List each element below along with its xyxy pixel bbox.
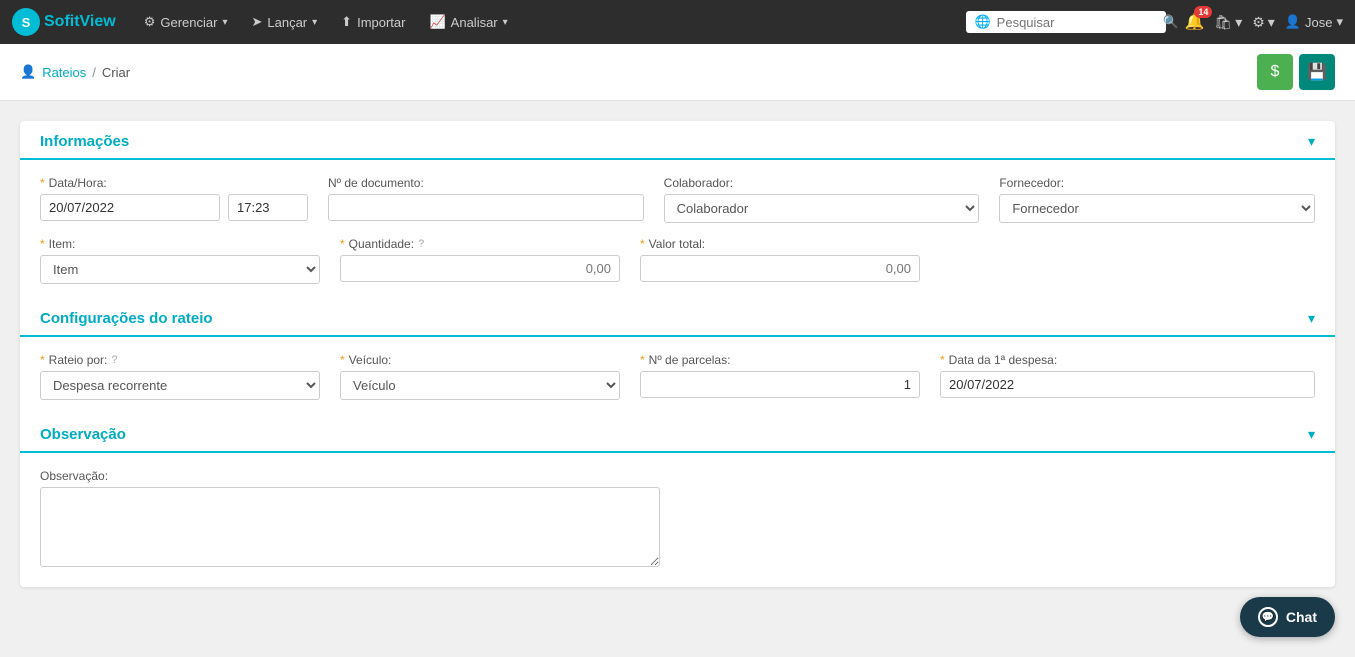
breadcrumb-link[interactable]: Rateios [42,65,86,80]
observacao-group: Observação: [40,469,660,567]
data-primeira-group: * Data da 1ª despesa: [940,353,1315,398]
nr-documento-input[interactable] [328,194,644,221]
dollar-button[interactable]: $ [1257,54,1293,90]
settings-button[interactable]: ⚙ ▾ [1252,14,1275,31]
breadcrumb: 👤 Rateios / Criar [20,64,130,80]
help-icon[interactable]: ? [418,238,424,250]
valor-total-group: * Valor total: [640,237,920,282]
data-hora-inputs [40,194,308,221]
user-menu[interactable]: 👤 Jose ▾ [1285,14,1343,30]
data-primeira-label: * Data da 1ª despesa: [940,353,1315,367]
item-select[interactable]: Item [40,255,320,284]
brand-name: SofitView [44,13,116,31]
informacoes-toggle[interactable]: ▾ [1308,133,1315,150]
configuracoes-form: * Rateio por: ? Despesa recorrente * Veí… [20,337,1335,400]
fornecedor-select[interactable]: Fornecedor [999,194,1315,223]
nr-parcelas-label: * Nº de parcelas: [640,353,920,367]
chevron-down-icon: ▾ [312,17,317,28]
informacoes-row2: * Item: Item * Quantidade: ? [40,237,1315,284]
rateio-por-label: * Rateio por: ? [40,353,320,367]
quantidade-input[interactable] [340,255,620,282]
search-icon[interactable]: 🔍 [1163,14,1179,30]
informacoes-title: Informações [40,133,129,150]
veiculo-select[interactable]: Veículo [340,371,620,400]
configuracoes-title: Configurações do rateio [40,310,213,327]
chat-button[interactable]: 💬 Chat [1240,597,1335,637]
save-button[interactable]: 💾 [1299,54,1335,90]
valor-total-input[interactable] [640,255,920,282]
data-hora-label: * Data/Hora: [40,176,308,190]
import-icon: ⬆ [341,14,352,30]
nav-analisar[interactable]: 📈 Analisar ▾ [419,8,517,36]
chat-label: Chat [1286,609,1317,625]
observacao-label: Observação: [40,469,660,483]
search-bar: 🌐 🔍 [966,11,1166,33]
chevron-down-icon: ▾ [1336,14,1343,30]
form-card: Informações ▾ * Data/Hora: [20,121,1335,587]
informacoes-row1: * Data/Hora: Nº de documento: [40,176,1315,223]
rateio-por-group: * Rateio por: ? Despesa recorrente [40,353,320,400]
gear-icon: ⚙ [144,14,156,30]
quantidade-label: * Quantidade: ? [340,237,620,251]
informacoes-section-header: Informações ▾ [20,121,1335,160]
data-input[interactable] [40,194,220,221]
brand-icon: S [12,8,40,36]
toolbar-actions: $ 💾 [1257,54,1335,90]
hora-input[interactable] [228,194,308,221]
observacao-toggle[interactable]: ▾ [1308,426,1315,443]
chevron-down-icon: ▾ [222,17,227,28]
rateio-por-select[interactable]: Despesa recorrente [40,371,320,400]
colaborador-group: Colaborador: Colaborador [664,176,980,223]
configuracoes-row1: * Rateio por: ? Despesa recorrente * Veí… [40,353,1315,400]
chevron-down-icon: ▾ [1268,14,1275,31]
item-group: * Item: Item [40,237,320,284]
fornecedor-label: Fornecedor: [999,176,1315,190]
configuracoes-toggle[interactable]: ▾ [1308,310,1315,327]
nr-documento-label: Nº de documento: [328,176,644,190]
nav-menu: ⚙ Gerenciar ▾ ➤ Lançar ▾ ⬆ Importar 📈 An… [134,8,959,36]
observacao-form: Observação: [20,453,1335,567]
veiculo-group: * Veículo: Veículo [340,353,620,400]
quantidade-group: * Quantidade: ? [340,237,620,282]
globe-icon: 🌐 [974,14,990,30]
chat-bubble-icon: 💬 [1258,607,1278,627]
main-content: Informações ▾ * Data/Hora: [0,101,1355,627]
breadcrumb-bar: 👤 Rateios / Criar $ 💾 [0,44,1355,101]
observacao-section-header: Observação ▾ [20,414,1335,453]
help-icon[interactable]: ? [111,354,117,366]
fornecedor-group: Fornecedor: Fornecedor [999,176,1315,223]
informacoes-form: * Data/Hora: Nº de documento: [20,160,1335,284]
navbar: S SofitView ⚙ Gerenciar ▾ ➤ Lançar ▾ ⬆ I… [0,0,1355,44]
nav-gerenciar[interactable]: ⚙ Gerenciar ▾ [134,8,238,36]
colaborador-select[interactable]: Colaborador [664,194,980,223]
arrow-icon: ➤ [251,14,262,30]
notifications-bell[interactable]: 🔔 14 [1184,12,1204,32]
breadcrumb-separator: / [92,65,96,80]
nav-lancar[interactable]: ➤ Lançar ▾ [241,8,327,36]
item-label: * Item: [40,237,320,251]
user-icon: 👤 [1285,14,1301,30]
nav-importar[interactable]: ⬆ Importar [331,8,415,36]
data-hora-group: * Data/Hora: [40,176,308,221]
valor-total-label: * Valor total: [640,237,920,251]
configuracoes-section-header: Configurações do rateio ▾ [20,298,1335,337]
brand: S SofitView [12,8,116,36]
nr-parcelas-input[interactable] [640,371,920,398]
data-primeira-input[interactable] [940,371,1315,398]
search-input[interactable] [997,15,1157,30]
chevron-down-icon: ▾ [503,17,508,28]
colaborador-label: Colaborador: [664,176,980,190]
shopping-bag-button[interactable]: 🛍 ▾ [1214,14,1242,31]
nr-parcelas-group: * Nº de parcelas: [640,353,920,398]
chevron-down-icon: ▾ [1235,14,1242,31]
veiculo-label: * Veículo: [340,353,620,367]
breadcrumb-current: Criar [102,65,130,80]
nr-documento-group: Nº de documento: [328,176,644,221]
user-icon-small: 👤 [20,64,36,80]
nav-actions: 🔔 14 🛍 ▾ ⚙ ▾ 👤 Jose ▾ [1184,12,1343,32]
observacao-title: Observação [40,426,126,443]
chart-icon: 📈 [429,14,445,30]
observacao-textarea[interactable] [40,487,660,567]
notifications-badge: 14 [1194,6,1212,18]
